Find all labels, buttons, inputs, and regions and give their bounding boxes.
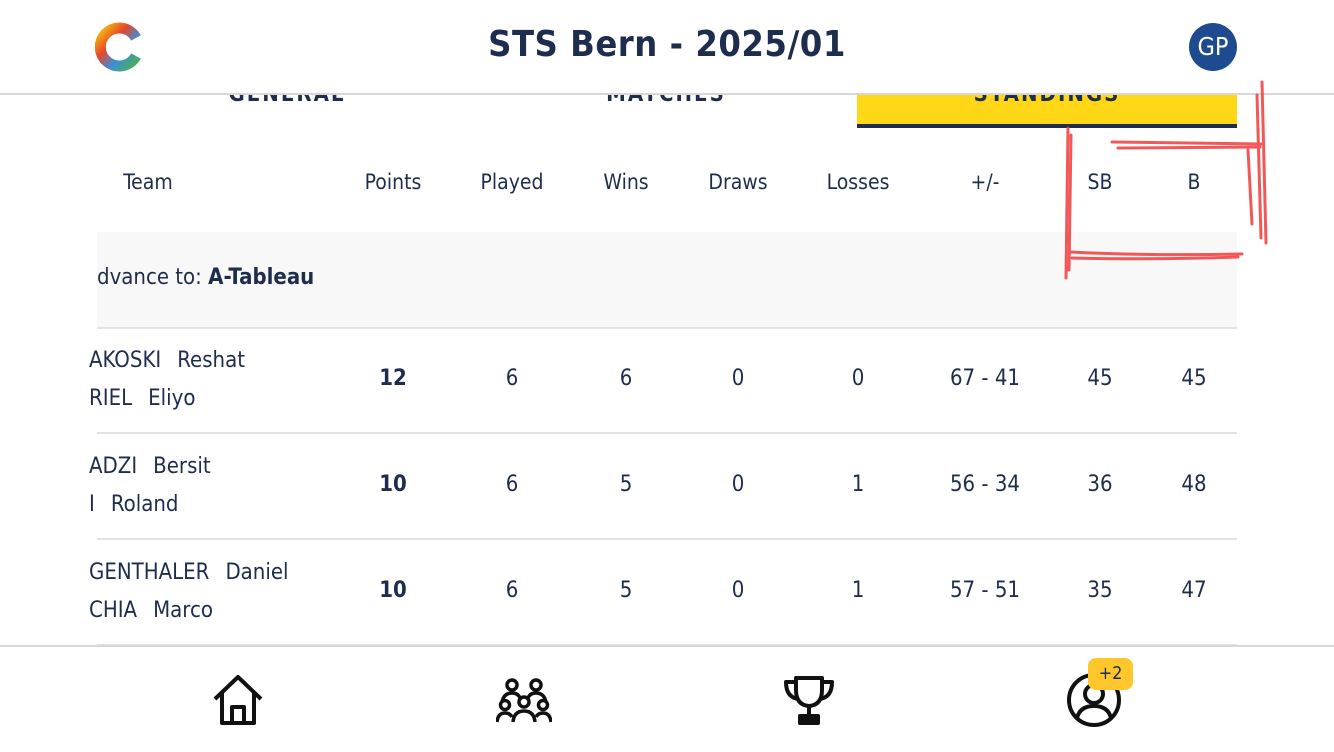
diff-cell: 57 - 51 <box>949 578 1021 603</box>
player-1-name: AKOSKI Reshat <box>89 348 245 373</box>
group-name: A-Tableau <box>208 265 315 290</box>
home-icon[interactable] <box>210 672 266 728</box>
b-cell: 45 <box>1181 366 1207 391</box>
draws-cell: 0 <box>731 472 745 497</box>
column-header-points[interactable]: Points <box>353 170 433 194</box>
player-1-name: GENTHALER Daniel <box>89 560 289 585</box>
wins-cell: 5 <box>619 578 633 603</box>
losses-cell: 1 <box>851 472 865 497</box>
group-label: dvance to: A-Tableau <box>97 265 314 290</box>
column-header-wins[interactable]: Wins <box>586 170 666 194</box>
wins-cell: 5 <box>619 472 633 497</box>
player-1-name: ADZI Bersit <box>89 454 211 479</box>
sb-cell: 36 <box>1087 472 1113 497</box>
teams-icon[interactable] <box>496 672 552 728</box>
points-cell: 10 <box>379 578 407 603</box>
app-header: STS Bern - 2025/01 GP <box>0 0 1334 95</box>
column-header-b[interactable]: B <box>1154 170 1234 194</box>
column-header-diff[interactable]: +/- <box>945 170 1025 194</box>
draws-cell: 0 <box>731 578 745 603</box>
points-cell: 10 <box>379 472 407 497</box>
player-last-name: AKOSKI <box>89 348 162 373</box>
player-last-name: ADZI <box>89 454 138 479</box>
b-cell: 48 <box>1181 472 1207 497</box>
sb-cell: 45 <box>1087 366 1113 391</box>
player-last-name: RIEL <box>89 386 133 411</box>
sb-cell: 35 <box>1087 578 1113 603</box>
group-header-row: dvance to: A-Tableau <box>97 232 1237 329</box>
player-2-name: I Roland <box>89 492 178 517</box>
losses-cell: 1 <box>851 578 865 603</box>
column-header-team[interactable]: Team <box>108 170 188 194</box>
player-last-name: CHIA <box>89 598 138 623</box>
player-first-name: Daniel <box>225 560 289 585</box>
column-header-losses[interactable]: Losses <box>818 170 898 194</box>
table-row[interactable]: ADZI Bersit I Roland 10 6 5 0 1 56 - 34 36… <box>89 434 1237 540</box>
player-first-name: Marco <box>153 598 213 623</box>
player-first-name: Reshat <box>177 348 245 373</box>
player-first-name: Roland <box>110 492 179 517</box>
played-cell: 6 <box>505 366 519 391</box>
b-cell: 47 <box>1181 578 1207 603</box>
player-last-name: I <box>89 492 95 517</box>
diff-cell: 67 - 41 <box>949 366 1021 391</box>
played-cell: 6 <box>505 472 519 497</box>
column-header-draws[interactable]: Draws <box>698 170 778 194</box>
bottom-navigation <box>0 645 1334 752</box>
column-header-played[interactable]: Played <box>472 170 552 194</box>
user-avatar[interactable]: GP <box>1189 23 1237 71</box>
points-cell: 12 <box>379 366 407 391</box>
diff-cell: 56 - 34 <box>949 472 1021 497</box>
player-first-name: Eliyo <box>148 386 196 411</box>
wins-cell: 6 <box>619 366 633 391</box>
played-cell: 6 <box>505 578 519 603</box>
column-header-sb[interactable]: SB <box>1060 170 1140 194</box>
player-2-name: RIEL Eliyo <box>89 386 195 411</box>
notification-badge: +2 <box>1088 658 1133 690</box>
losses-cell: 0 <box>851 366 865 391</box>
group-prefix: dvance to: <box>97 265 209 290</box>
table-row[interactable]: GENTHALER Daniel CHIA Marco 10 6 5 0 1 57 … <box>89 540 1237 646</box>
player-2-name: CHIA Marco <box>89 598 213 623</box>
player-last-name: GENTHALER <box>89 560 210 585</box>
player-first-name: Bersit <box>153 454 211 479</box>
table-row[interactable]: AKOSKI Reshat RIEL Eliyo 12 6 6 0 0 67 - 4… <box>89 328 1237 434</box>
trophy-icon[interactable] <box>781 672 837 728</box>
draws-cell: 0 <box>731 366 745 391</box>
page-title: STS Bern - 2025/01 <box>488 24 846 65</box>
